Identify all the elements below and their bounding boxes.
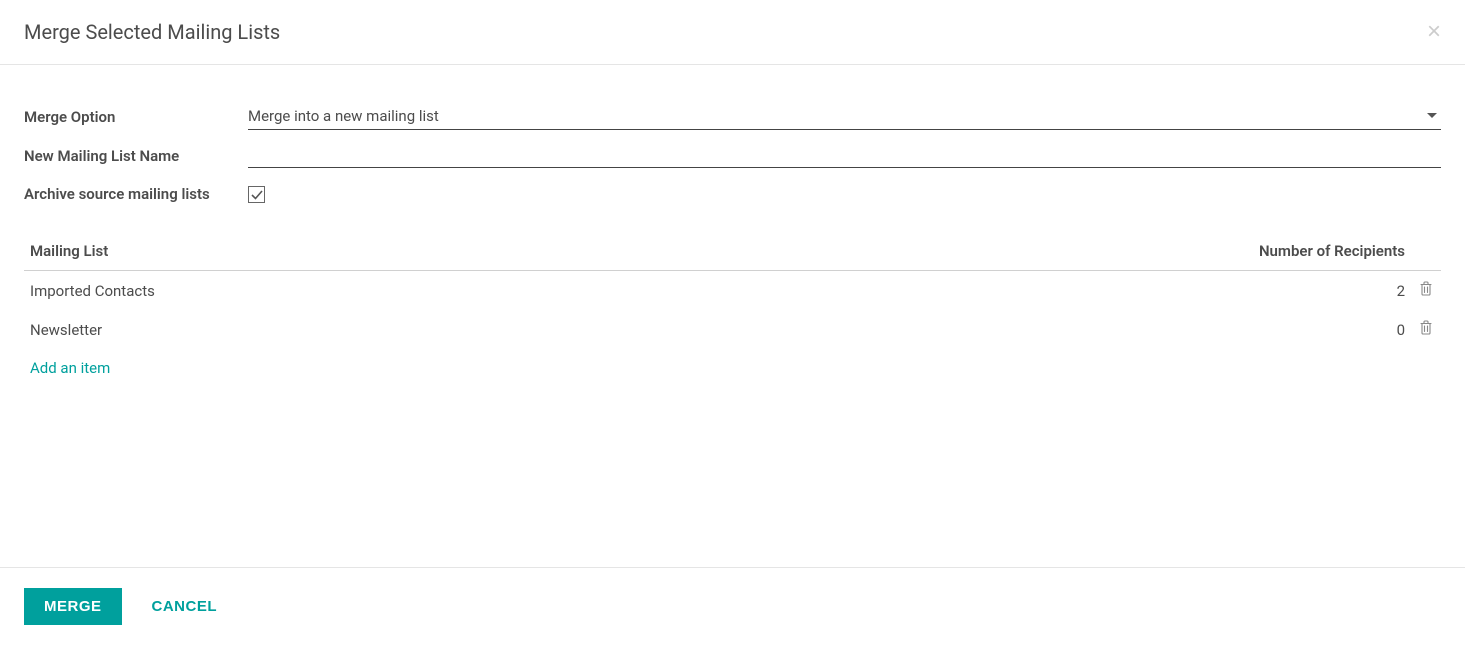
col-actions xyxy=(1411,234,1441,271)
modal-header: Merge Selected Mailing Lists × xyxy=(0,0,1465,65)
row-recipients: 2 xyxy=(668,271,1411,311)
row-name: Newsletter xyxy=(24,310,668,349)
row-name: Imported Contacts xyxy=(24,271,668,311)
archive-source-checkbox[interactable] xyxy=(248,186,265,203)
merge-option-select[interactable]: Merge into a new mailing list xyxy=(248,105,1441,130)
mailing-list-table: Mailing List Number of Recipients Import… xyxy=(24,234,1441,349)
checkmark-icon xyxy=(251,189,263,201)
trash-icon[interactable] xyxy=(1419,320,1433,335)
modal-title: Merge Selected Mailing Lists xyxy=(24,20,280,44)
new-list-name-label: New Mailing List Name xyxy=(24,144,248,168)
merge-button[interactable]: MERGE xyxy=(24,588,122,625)
modal-footer: MERGE CANCEL xyxy=(0,567,1465,649)
col-recipients[interactable]: Number of Recipients xyxy=(668,234,1411,271)
table-row[interactable]: Imported Contacts 2 xyxy=(24,271,1441,311)
table-row[interactable]: Newsletter 0 xyxy=(24,310,1441,349)
new-list-name-row: New Mailing List Name xyxy=(24,144,1441,168)
add-item-link[interactable]: Add an item xyxy=(24,349,116,387)
close-button[interactable]: × xyxy=(1427,20,1441,44)
merge-option-row: Merge Option Merge into a new mailing li… xyxy=(24,105,1441,130)
cancel-button[interactable]: CANCEL xyxy=(132,588,238,625)
archive-source-row: Archive source mailing lists xyxy=(24,182,1441,206)
modal-body: Merge Option Merge into a new mailing li… xyxy=(0,65,1465,567)
archive-source-label: Archive source mailing lists xyxy=(24,182,248,206)
merge-option-label: Merge Option xyxy=(24,105,248,129)
new-list-name-input[interactable] xyxy=(248,144,1441,168)
col-mailing-list[interactable]: Mailing List xyxy=(24,234,668,271)
row-recipients: 0 xyxy=(668,310,1411,349)
trash-icon[interactable] xyxy=(1419,281,1433,296)
caret-down-icon xyxy=(1427,113,1437,118)
mailing-list-table-wrapper: Mailing List Number of Recipients Import… xyxy=(24,234,1441,387)
merge-option-value: Merge into a new mailing list xyxy=(248,105,1441,129)
